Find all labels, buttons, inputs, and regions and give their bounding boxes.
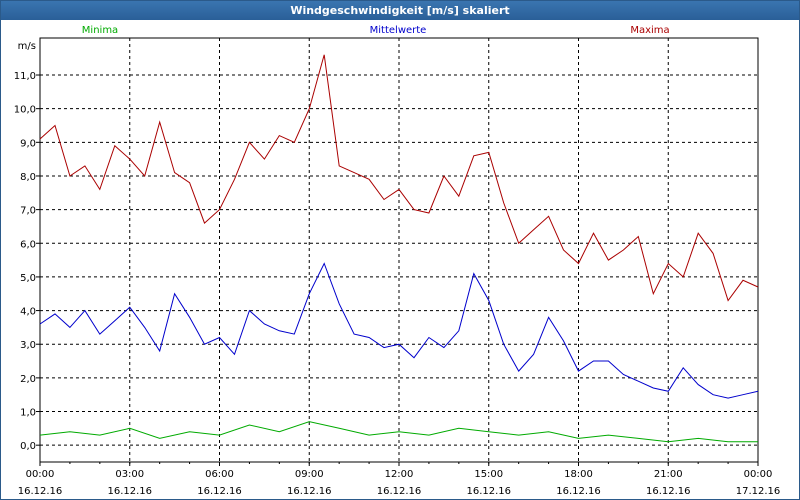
legend-mittelwerte: Mittelwerte — [370, 25, 427, 36]
x-tick-label-date: 16.12.16 — [466, 486, 511, 497]
x-tick-label-date: 16.12.16 — [646, 486, 691, 497]
x-tick-label-time: 15:00 — [474, 469, 503, 480]
x-tick-label-date: 16.12.16 — [377, 486, 422, 497]
y-tick-label: 7,0 — [20, 206, 36, 217]
x-tick-label-date: 17.12.16 — [736, 486, 781, 497]
x-tick-label-time: 06:00 — [205, 469, 234, 480]
x-tick-label-date: 16.12.16 — [197, 486, 242, 497]
x-tick-label-date: 16.12.16 — [18, 486, 63, 497]
y-tick-label: 6,0 — [20, 239, 36, 250]
x-tick-label-time: 00:00 — [744, 469, 773, 480]
x-tick-label-time: 21:00 — [654, 469, 683, 480]
y-tick-label: 9,0 — [20, 138, 36, 149]
x-tick-label-date: 16.12.16 — [107, 486, 152, 497]
x-tick-label-time: 03:00 — [115, 469, 144, 480]
x-tick-label-date: 16.12.16 — [287, 486, 332, 497]
x-tick-label-time: 12:00 — [385, 469, 414, 480]
legend-maxima: Maxima — [630, 25, 669, 36]
y-tick-label: 5,0 — [20, 273, 36, 284]
x-tick-label-time: 00:00 — [26, 469, 55, 480]
y-tick-label: 10,0 — [14, 105, 36, 116]
x-tick-label-date: 16.12.16 — [556, 486, 601, 497]
y-tick-label: 11,0 — [14, 71, 36, 82]
chart-canvas: 0,0 1,0 2,0 3,0 4,0 5,0 6,0 7,0 8,0 9,0 10,0 11,0 m/… — [14, 25, 781, 497]
y-tick-label: 8,0 — [20, 172, 36, 183]
y-tick-label: 4,0 — [20, 307, 36, 318]
x-tick-label-time: 18:00 — [564, 469, 593, 480]
y-tick-label: 3,0 — [20, 340, 36, 351]
x-tick-label-time: 09:00 — [295, 469, 324, 480]
y-tick-label: 2,0 — [20, 374, 36, 385]
y-tick-label: 0,0 — [20, 441, 36, 452]
legend-minima: Minima — [82, 25, 118, 36]
y-tick-label: 1,0 — [20, 408, 36, 419]
y-axis-label: m/s — [18, 41, 36, 52]
